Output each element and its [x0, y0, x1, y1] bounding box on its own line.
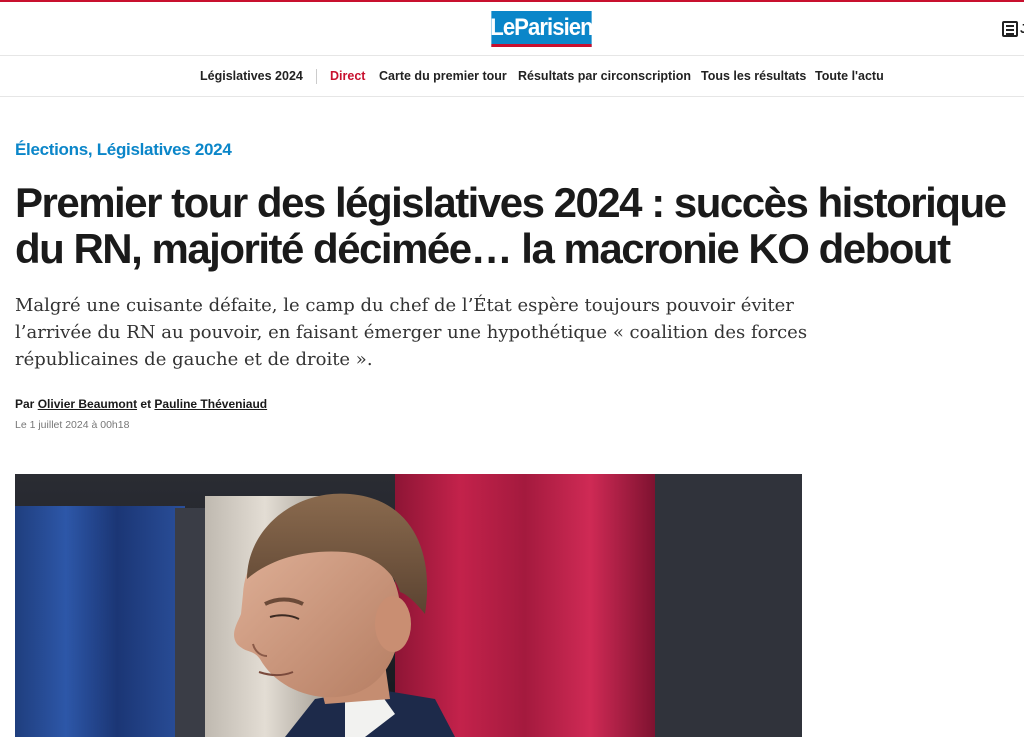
newspaper-icon[interactable]	[1002, 21, 1018, 37]
author-link-2[interactable]: Pauline Théveniaud	[154, 397, 267, 411]
byline-and: et	[140, 397, 152, 411]
article-lede: Malgré une cuisante défaite, le camp du …	[15, 295, 808, 370]
nav-item-direct[interactable]: Direct	[330, 69, 365, 83]
byline-prefix: Par	[15, 397, 35, 411]
nav-divider	[316, 69, 317, 84]
nav-item-tous-resultats[interactable]: Tous les résultats	[701, 69, 806, 83]
article-photo[interactable]	[15, 474, 802, 737]
article-headline: Premier tour des législatives 2024 : suc…	[15, 179, 1007, 272]
nav-item-toute-actu[interactable]: Toute l'actu	[815, 69, 884, 83]
article-kicker[interactable]: Élections, Législatives 2024	[15, 140, 232, 160]
author-link-1[interactable]: Olivier Beaumont	[38, 397, 137, 411]
site-header: LeParisien J	[0, 2, 1024, 56]
publish-date: Le 1 juillet 2024 à 00h18	[15, 419, 130, 431]
edition-label[interactable]: J	[1020, 21, 1024, 36]
nav-section-label[interactable]: Législatives 2024	[200, 69, 303, 83]
article-byline: Par Olivier Beaumont et Pauline Thévenia…	[15, 397, 267, 411]
nav-item-carte[interactable]: Carte du premier tour	[379, 69, 507, 83]
photo-illustration	[15, 474, 802, 737]
site-logo[interactable]: LeParisien	[490, 11, 594, 47]
nav-item-resultats-circonscription[interactable]: Résultats par circonscription	[518, 69, 691, 83]
section-nav: Législatives 2024 Direct Carte du premie…	[0, 57, 1024, 97]
